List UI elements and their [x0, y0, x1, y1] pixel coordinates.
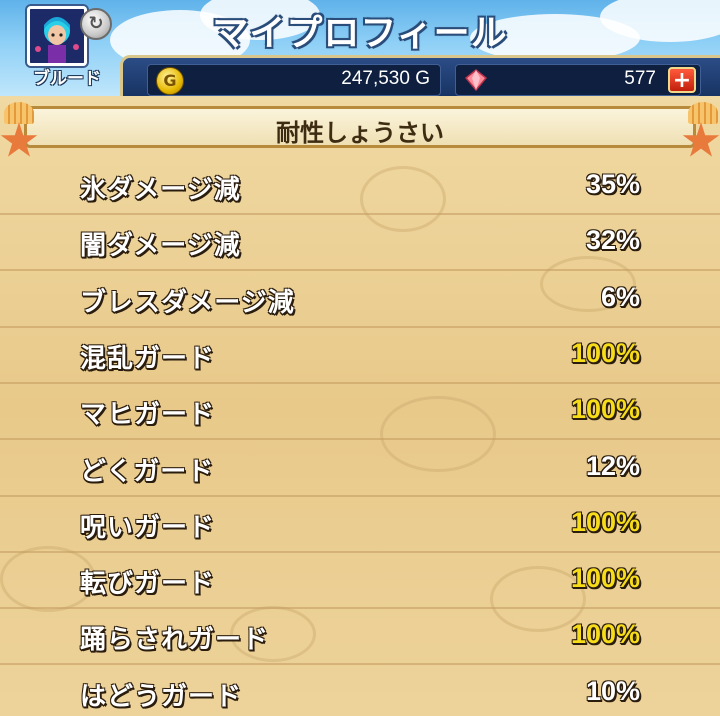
- add-gem-button[interactable]: +: [668, 67, 696, 93]
- resistance-value: 6%: [600, 281, 640, 312]
- resistance-label: はどうガード: [80, 681, 243, 712]
- shell-icon: [688, 102, 718, 124]
- resistance-value: 10%: [585, 675, 640, 706]
- status-bar: G 247,530 G 577 +: [120, 55, 720, 96]
- resistance-value: 12%: [585, 450, 640, 481]
- resistance-value: 100%: [570, 394, 640, 425]
- resistance-label: 氷ダメージ減: [80, 175, 241, 205]
- shell-icon: [4, 102, 34, 124]
- gold-value: 247,530 G: [341, 68, 430, 89]
- gem-icon: [464, 69, 488, 91]
- resistance-label: ブレスダメージ減: [80, 287, 295, 318]
- refresh-icon[interactable]: ↻: [80, 8, 112, 40]
- gem-display: 577 +: [455, 64, 701, 96]
- list-item: 混乱ガード 100%: [0, 328, 720, 384]
- list-item: マヒガード 100%: [0, 384, 720, 441]
- avatar[interactable]: [27, 6, 87, 66]
- resistance-label: 踊らされガード: [80, 625, 270, 656]
- gem-value: 577: [624, 68, 656, 89]
- resistance-value: 100%: [570, 337, 640, 368]
- resistance-label: 呪いガード: [80, 512, 216, 543]
- list-item: 氷ダメージ減 35%: [0, 159, 720, 215]
- list-item: どくガード 12%: [0, 441, 720, 497]
- gold-display: G 247,530 G: [147, 64, 441, 96]
- list-item: 踊らされガード 100%: [0, 609, 720, 666]
- resistance-value: 35%: [585, 169, 640, 199]
- resistance-label: 混乱ガード: [80, 343, 216, 374]
- resistance-label: 転びガード: [80, 569, 216, 600]
- list-item: 呪いガード 100%: [0, 497, 720, 553]
- player-name: ブルード: [33, 69, 101, 89]
- resistance-value: 32%: [585, 225, 640, 256]
- resistance-label: マヒガード: [80, 400, 216, 431]
- resistance-label: どくガード: [80, 456, 215, 487]
- resistance-value: 100%: [570, 506, 640, 537]
- resistance-panel: 耐性しょうさい 氷ダメージ減 35% 闇ダメージ減 32% ブレスダメージ減 6% 混乱ガー…: [0, 96, 720, 716]
- header: マイプロフィール ↻ ブルード G 247,530 G 577 +: [0, 0, 720, 96]
- section-banner: 耐性しょうさい: [24, 106, 696, 148]
- resistance-value: 100%: [570, 619, 640, 650]
- resistance-label: 闇ダメージ減: [80, 231, 241, 262]
- gold-coin-icon: G: [156, 67, 184, 95]
- list-item: はどうガード 10%: [0, 666, 720, 716]
- list-item: ブレスダメージ減 6%: [0, 272, 720, 328]
- list-item: 転びガード 100%: [0, 553, 720, 610]
- resistance-value: 100%: [570, 563, 640, 594]
- player-avatar-icon: [30, 9, 84, 63]
- section-title: 耐性しょうさい: [276, 119, 444, 147]
- list-item: 闇ダメージ減 32%: [0, 215, 720, 272]
